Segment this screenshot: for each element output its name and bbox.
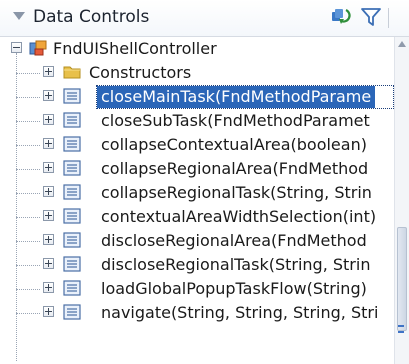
tree-item-constructors[interactable]: Constructors [0,61,394,85]
vertical-scrollbar[interactable] [394,37,409,364]
tree-item-label: loadGlobalPopupTaskFlow(String) [101,279,367,298]
scrollbar-thumb[interactable] [397,227,407,331]
tree-connector [16,313,40,314]
method-icon [63,304,81,320]
tree-item-method[interactable]: collapseRegionalArea(FndMethod [0,157,394,181]
expand-toggle-icon[interactable] [43,234,54,245]
tree-connector [16,289,40,290]
tree-item-label: Constructors [89,63,192,82]
method-icon [63,112,81,128]
scrollbar-grip-icon [398,325,404,333]
refresh-icon[interactable] [330,6,354,28]
tree-item-method[interactable]: closeSubTask(FndMethodParamet [0,109,394,133]
tree-connector [16,97,40,98]
tree-connector [16,241,40,242]
tree-connector [16,121,40,122]
tree-item-method[interactable]: navigate(String, String, String, Stri [0,301,394,325]
tree-item-method[interactable]: discloseRegionalTask(String, Strin [0,253,394,277]
method-icon [63,280,81,296]
tree-root-row[interactable]: FndUIShellController [0,37,394,61]
panel-title: Data Controls [33,7,150,27]
method-icon [63,160,81,176]
data-controls-panel: Data Controls FndUIShellController Const… [0,0,409,364]
tree-item-method[interactable]: contextualAreaWidthSelection(int) [0,205,394,229]
tree-connector [16,217,40,218]
expand-toggle-icon[interactable] [43,186,54,197]
expand-toggle-icon[interactable] [43,162,54,173]
tree-item-label: closeSubTask(FndMethodParamet [101,111,370,130]
tree-item-selected[interactable]: closeMainTask(FndMethodParame [0,85,394,109]
toolbar-separator [388,8,389,28]
expand-toggle-icon[interactable] [43,210,54,221]
scroll-up-arrow-icon[interactable] [398,41,406,47]
expand-toggle-icon[interactable] [43,138,54,149]
tree-connector [16,145,40,146]
data-control-icon [29,40,47,56]
tree-connector [16,265,40,266]
tree-item-method[interactable]: loadGlobalPopupTaskFlow(String) [0,277,394,301]
tree-item-method[interactable]: collapseRegionalTask(String, Strin [0,181,394,205]
expand-toggle-icon[interactable] [43,90,54,101]
method-icon [63,88,81,104]
tree-item-label: collapseContextualArea(boolean) [101,135,367,154]
expand-toggle-icon[interactable] [43,114,54,125]
expand-toggle-icon[interactable] [43,258,54,269]
tree-item-label: discloseRegionalArea(FndMethod [101,231,367,250]
tree-item-label: contextualAreaWidthSelection(int) [101,207,377,226]
tree-root-label: FndUIShellController [53,39,217,58]
collapse-triangle-icon[interactable] [13,12,25,20]
tree-item-method[interactable]: collapseContextualArea(boolean) [0,133,394,157]
panel-header: Data Controls [0,0,409,37]
method-icon [63,208,81,224]
tree-item-label: discloseRegionalTask(String, Strin [101,255,371,274]
collapse-toggle-icon[interactable] [11,42,22,53]
tree-item-label: collapseRegionalArea(FndMethod [101,159,369,178]
tree-connector [16,193,40,194]
expand-toggle-icon[interactable] [43,66,54,77]
method-icon [63,184,81,200]
data-controls-tree: FndUIShellController Constructors closeM… [0,37,394,364]
filter-icon[interactable] [359,6,383,28]
tree-item-label: closeMainTask(FndMethodParame [97,86,376,108]
tree-item-label: collapseRegionalTask(String, Strin [101,183,372,202]
method-icon [63,256,81,272]
expand-toggle-icon[interactable] [43,282,54,293]
tree-connector [16,169,40,170]
folder-icon [63,64,81,80]
tree-item-label: navigate(String, String, String, Stri [101,303,379,322]
expand-toggle-icon[interactable] [43,306,54,317]
tree-connector [16,73,40,74]
method-icon [63,232,81,248]
tree-item-method[interactable]: discloseRegionalArea(FndMethod [0,229,394,253]
method-icon [63,136,81,152]
